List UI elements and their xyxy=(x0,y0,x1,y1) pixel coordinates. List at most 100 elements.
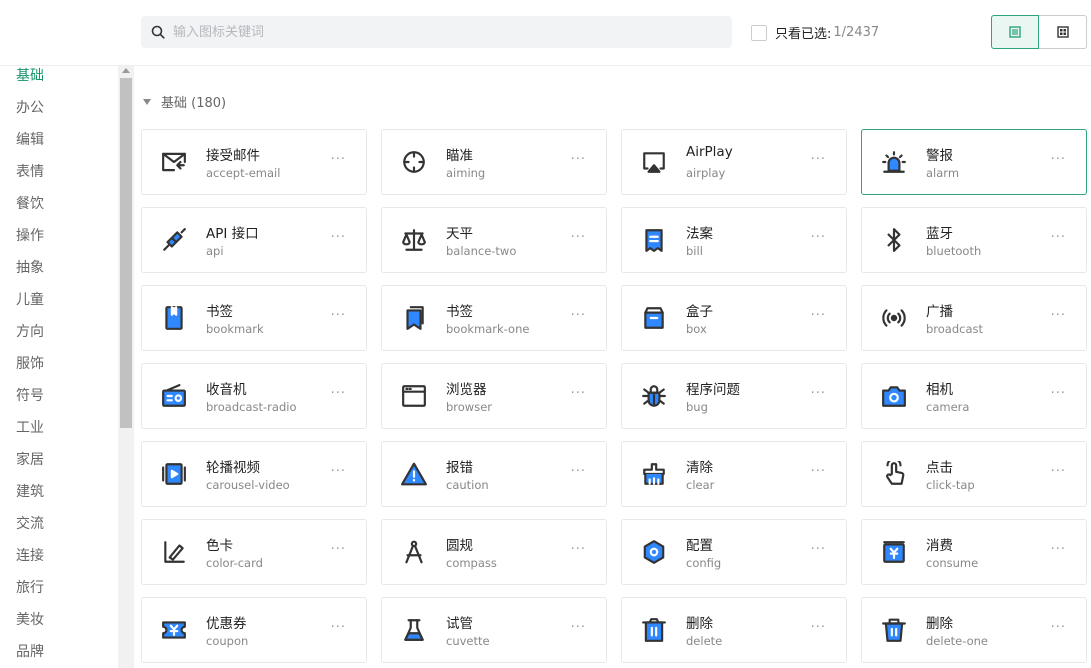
more-icon[interactable]: ··· xyxy=(1051,542,1066,557)
icon-grid: 接受邮件 accept-email ··· 瞄准 aiming ··· AirPlay air… xyxy=(141,129,1087,663)
sidebar-item[interactable]: 家居 xyxy=(0,450,118,482)
only-selected-filter[interactable]: 只看已选: 1/2437 xyxy=(751,23,879,42)
sidebar-item[interactable]: 旅行 xyxy=(0,578,118,610)
sidebar-item[interactable]: 办公 xyxy=(0,98,118,130)
more-icon[interactable]: ··· xyxy=(571,620,586,635)
sidebar-item[interactable]: 工业 xyxy=(0,418,118,450)
more-icon[interactable]: ··· xyxy=(331,620,346,635)
browser-icon xyxy=(401,383,427,409)
detail-view-button[interactable] xyxy=(991,15,1039,49)
color-card-icon xyxy=(161,539,187,565)
icon-card[interactable]: 广播 broadcast ··· xyxy=(861,285,1087,351)
more-icon[interactable]: ··· xyxy=(811,620,826,635)
icon-card[interactable]: 删除 delete ··· xyxy=(621,597,847,663)
more-icon[interactable]: ··· xyxy=(571,308,586,323)
scroll-up-arrow-icon[interactable] xyxy=(122,68,130,73)
icon-card[interactable]: 警报 alarm ··· xyxy=(861,129,1087,195)
more-icon[interactable]: ··· xyxy=(811,152,826,167)
more-icon[interactable]: ··· xyxy=(571,386,586,401)
more-icon[interactable]: ··· xyxy=(811,542,826,557)
icon-name-en: balance-two xyxy=(446,244,517,258)
alarm-icon xyxy=(881,149,907,175)
sidebar-item[interactable]: 连接 xyxy=(0,546,118,578)
more-icon[interactable]: ··· xyxy=(1051,152,1066,167)
bookmark-icon xyxy=(161,305,187,331)
icon-card[interactable]: 点击 click-tap ··· xyxy=(861,441,1087,507)
sidebar-item[interactable]: 服饰 xyxy=(0,354,118,386)
icon-card[interactable]: 配置 config ··· xyxy=(621,519,847,585)
more-icon[interactable]: ··· xyxy=(1051,386,1066,401)
scroll-thumb[interactable] xyxy=(120,78,132,428)
icon-card[interactable]: 书签 bookmark-one ··· xyxy=(381,285,607,351)
more-icon[interactable]: ··· xyxy=(571,542,586,557)
more-icon[interactable]: ··· xyxy=(1051,230,1066,245)
icon-name-en: coupon xyxy=(206,634,249,648)
icon-card[interactable]: 接受邮件 accept-email ··· xyxy=(141,129,367,195)
search-box[interactable] xyxy=(141,16,732,48)
icon-name-zh: 蓝牙 xyxy=(926,226,953,242)
icon-name-en: caution xyxy=(446,478,489,492)
icon-card[interactable]: 程序问题 bug ··· xyxy=(621,363,847,429)
compact-view-button[interactable] xyxy=(1039,15,1087,49)
sidebar-item[interactable]: 表情 xyxy=(0,162,118,194)
more-icon[interactable]: ··· xyxy=(1051,308,1066,323)
icon-card[interactable]: 圆规 compass ··· xyxy=(381,519,607,585)
only-selected-checkbox[interactable] xyxy=(751,24,767,41)
more-icon[interactable]: ··· xyxy=(571,152,586,167)
sidebar-item[interactable]: 儿童 xyxy=(0,290,118,322)
sidebar-item[interactable]: 品牌 xyxy=(0,642,118,668)
icon-card[interactable]: 试管 cuvette ··· xyxy=(381,597,607,663)
more-icon[interactable]: ··· xyxy=(331,308,346,323)
icon-name-zh: 消费 xyxy=(926,538,953,554)
icon-card[interactable]: 天平 balance-two ··· xyxy=(381,207,607,273)
more-icon[interactable]: ··· xyxy=(1051,464,1066,479)
icon-card[interactable]: 轮播视频 carousel-video ··· xyxy=(141,441,367,507)
consume-icon xyxy=(881,539,907,565)
sidebar-item[interactable]: 方向 xyxy=(0,322,118,354)
icon-name-zh: 接受邮件 xyxy=(206,148,260,164)
icon-name-zh: 报错 xyxy=(446,460,473,476)
more-icon[interactable]: ··· xyxy=(331,464,346,479)
sidebar-item[interactable]: 编辑 xyxy=(0,130,118,162)
sidebar-item[interactable]: 美妆 xyxy=(0,610,118,642)
more-icon[interactable]: ··· xyxy=(331,386,346,401)
icon-card[interactable]: 收音机 broadcast-radio ··· xyxy=(141,363,367,429)
icon-card[interactable]: 盒子 box ··· xyxy=(621,285,847,351)
more-icon[interactable]: ··· xyxy=(331,230,346,245)
icon-card[interactable]: 删除 delete-one ··· xyxy=(861,597,1087,663)
icon-name-en: bookmark xyxy=(206,322,264,336)
more-icon[interactable]: ··· xyxy=(571,230,586,245)
more-icon[interactable]: ··· xyxy=(331,152,346,167)
search-input[interactable] xyxy=(173,24,713,40)
sidebar-item[interactable]: 餐饮 xyxy=(0,194,118,226)
icon-card[interactable]: 相机 camera ··· xyxy=(861,363,1087,429)
sidebar-item[interactable]: 抽象 xyxy=(0,258,118,290)
more-icon[interactable]: ··· xyxy=(1051,620,1066,635)
icon-card[interactable]: API 接口 api ··· xyxy=(141,207,367,273)
icon-card[interactable]: 法案 bill ··· xyxy=(621,207,847,273)
group-header[interactable]: 基础 (180) xyxy=(143,92,226,111)
icon-card[interactable]: 报错 caution ··· xyxy=(381,441,607,507)
icon-card[interactable]: 瞄准 aiming ··· xyxy=(381,129,607,195)
more-icon[interactable]: ··· xyxy=(571,464,586,479)
sidebar-scrollbar[interactable] xyxy=(118,66,134,668)
sidebar-item[interactable]: 建筑 xyxy=(0,482,118,514)
icon-card[interactable]: 浏览器 browser ··· xyxy=(381,363,607,429)
icon-card[interactable]: AirPlay airplay ··· xyxy=(621,129,847,195)
more-icon[interactable]: ··· xyxy=(811,230,826,245)
icon-card[interactable]: 书签 bookmark ··· xyxy=(141,285,367,351)
more-icon[interactable]: ··· xyxy=(811,386,826,401)
sidebar-item[interactable]: 符号 xyxy=(0,386,118,418)
more-icon[interactable]: ··· xyxy=(331,542,346,557)
sidebar-item[interactable]: 基础 xyxy=(0,66,118,98)
icon-card[interactable]: 清除 clear ··· xyxy=(621,441,847,507)
more-icon[interactable]: ··· xyxy=(811,308,826,323)
icon-card[interactable]: 蓝牙 bluetooth ··· xyxy=(861,207,1087,273)
icon-name-zh: 天平 xyxy=(446,226,473,242)
icon-card[interactable]: 消费 consume ··· xyxy=(861,519,1087,585)
more-icon[interactable]: ··· xyxy=(811,464,826,479)
icon-card[interactable]: 色卡 color-card ··· xyxy=(141,519,367,585)
sidebar-item[interactable]: 操作 xyxy=(0,226,118,258)
sidebar-item[interactable]: 交流 xyxy=(0,514,118,546)
icon-card[interactable]: 优惠券 coupon ··· xyxy=(141,597,367,663)
